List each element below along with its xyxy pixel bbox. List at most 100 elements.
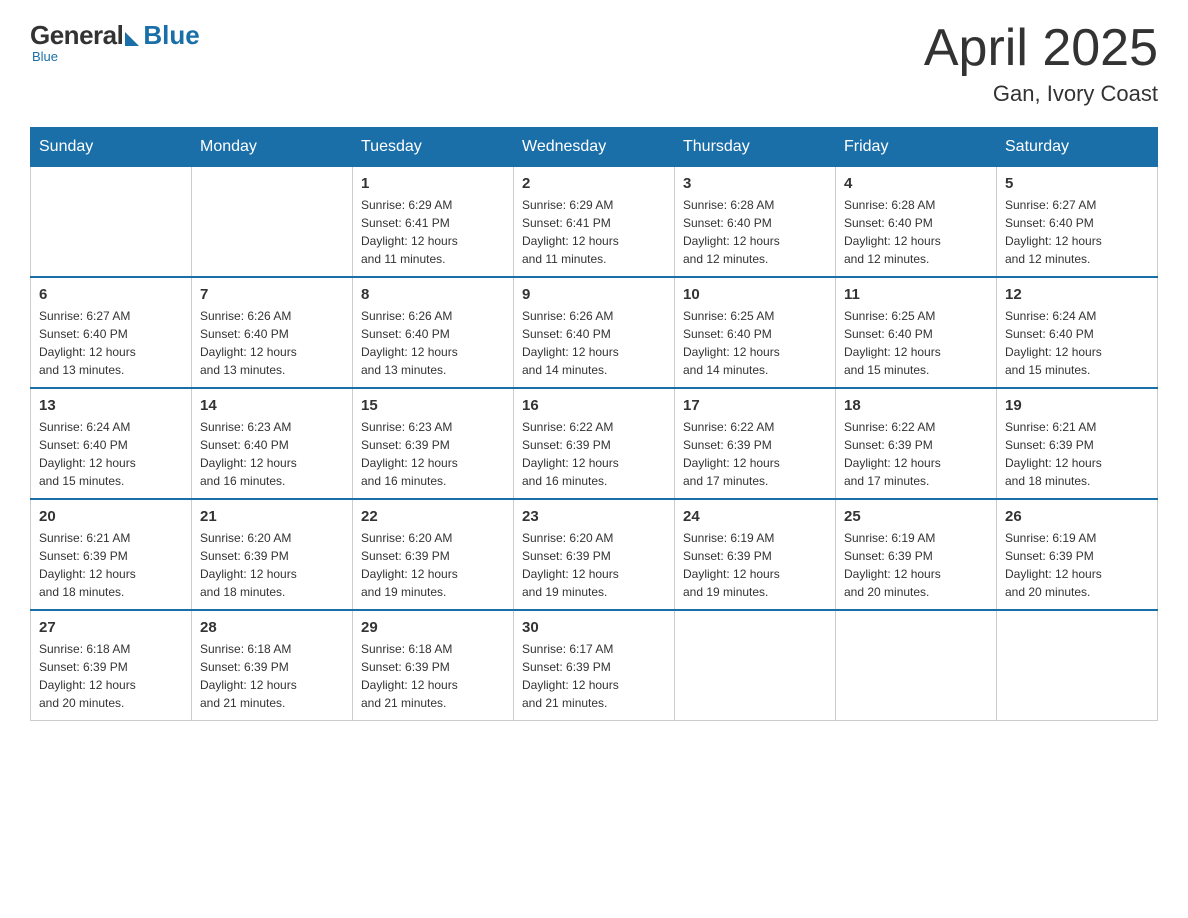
day-info: Sunrise: 6:24 AM Sunset: 6:40 PM Dayligh… (39, 418, 183, 490)
calendar-cell: 18 Sunrise: 6:22 AM Sunset: 6:39 PM Dayli… (836, 388, 997, 499)
weekday-header-tuesday: Tuesday (353, 128, 514, 167)
logo: General Blue Blue (30, 20, 200, 64)
day-number: 17 (683, 397, 827, 414)
calendar-cell: 2 Sunrise: 6:29 AM Sunset: 6:41 PM Daylig… (514, 167, 675, 278)
day-info: Sunrise: 6:22 AM Sunset: 6:39 PM Dayligh… (683, 418, 827, 490)
day-info: Sunrise: 6:20 AM Sunset: 6:39 PM Dayligh… (361, 529, 505, 601)
calendar-cell: 1 Sunrise: 6:29 AM Sunset: 6:41 PM Daylig… (353, 167, 514, 278)
calendar-cell: 22 Sunrise: 6:20 AM Sunset: 6:39 PM Dayli… (353, 499, 514, 610)
day-info: Sunrise: 6:26 AM Sunset: 6:40 PM Dayligh… (200, 307, 344, 379)
day-info: Sunrise: 6:26 AM Sunset: 6:40 PM Dayligh… (522, 307, 666, 379)
day-info: Sunrise: 6:19 AM Sunset: 6:39 PM Dayligh… (683, 529, 827, 601)
day-info: Sunrise: 6:21 AM Sunset: 6:39 PM Dayligh… (1005, 418, 1149, 490)
calendar-subtitle: Gan, Ivory Coast (924, 81, 1158, 107)
calendar-week-row: 6 Sunrise: 6:27 AM Sunset: 6:40 PM Daylig… (31, 277, 1158, 388)
calendar-cell: 30 Sunrise: 6:17 AM Sunset: 6:39 PM Dayli… (514, 610, 675, 721)
calendar-table: SundayMondayTuesdayWednesdayThursdayFrid… (30, 127, 1158, 721)
calendar-week-row: 20 Sunrise: 6:21 AM Sunset: 6:39 PM Dayli… (31, 499, 1158, 610)
calendar-cell: 3Sunrise: 6:28 AM Sunset: 6:40 PM Daylig… (675, 167, 836, 278)
calendar-cell: 24Sunrise: 6:19 AM Sunset: 6:39 PM Dayli… (675, 499, 836, 610)
logo-general-text: General (30, 20, 123, 51)
calendar-cell: 17 Sunrise: 6:22 AM Sunset: 6:39 PM Dayli… (675, 388, 836, 499)
calendar-cell: 29Sunrise: 6:18 AM Sunset: 6:39 PM Dayli… (353, 610, 514, 721)
calendar-cell (675, 610, 836, 721)
calendar-week-row: 1 Sunrise: 6:29 AM Sunset: 6:41 PM Daylig… (31, 167, 1158, 278)
day-number: 23 (522, 508, 666, 525)
day-number: 6 (39, 286, 183, 303)
logo-subtitle: Blue (32, 49, 58, 64)
calendar-cell: 13 Sunrise: 6:24 AM Sunset: 6:40 PM Dayli… (31, 388, 192, 499)
day-info: Sunrise: 6:22 AM Sunset: 6:39 PM Dayligh… (844, 418, 988, 490)
day-info: Sunrise: 6:25 AM Sunset: 6:40 PM Dayligh… (844, 307, 988, 379)
day-number: 27 (39, 619, 183, 636)
calendar-cell: 23 Sunrise: 6:20 AM Sunset: 6:39 PM Dayli… (514, 499, 675, 610)
calendar-week-row: 13 Sunrise: 6:24 AM Sunset: 6:40 PM Dayli… (31, 388, 1158, 499)
calendar-cell: 15 Sunrise: 6:23 AM Sunset: 6:39 PM Dayli… (353, 388, 514, 499)
weekday-header-saturday: Saturday (997, 128, 1158, 167)
calendar-cell: 7 Sunrise: 6:26 AM Sunset: 6:40 PM Daylig… (192, 277, 353, 388)
day-number: 12 (1005, 286, 1149, 303)
day-info: Sunrise: 6:20 AM Sunset: 6:39 PM Dayligh… (522, 529, 666, 601)
day-info: Sunrise: 6:29 AM Sunset: 6:41 PM Dayligh… (361, 196, 505, 268)
day-info: Sunrise: 6:23 AM Sunset: 6:39 PM Dayligh… (361, 418, 505, 490)
calendar-cell (31, 167, 192, 278)
calendar-cell: 20 Sunrise: 6:21 AM Sunset: 6:39 PM Dayli… (31, 499, 192, 610)
calendar-cell: 26 Sunrise: 6:19 AM Sunset: 6:39 PM Dayli… (997, 499, 1158, 610)
day-info: Sunrise: 6:23 AM Sunset: 6:40 PM Dayligh… (200, 418, 344, 490)
day-info: Sunrise: 6:17 AM Sunset: 6:39 PM Dayligh… (522, 640, 666, 712)
calendar-cell: 19 Sunrise: 6:21 AM Sunset: 6:39 PM Dayli… (997, 388, 1158, 499)
calendar-cell: 9 Sunrise: 6:26 AM Sunset: 6:40 PM Daylig… (514, 277, 675, 388)
day-number: 11 (844, 286, 988, 303)
day-number: 8 (361, 286, 505, 303)
day-number: 15 (361, 397, 505, 414)
calendar-title: April 2025 (924, 20, 1158, 77)
day-number: 30 (522, 619, 666, 636)
day-number: 9 (522, 286, 666, 303)
day-info: Sunrise: 6:25 AM Sunset: 6:40 PM Dayligh… (683, 307, 827, 379)
calendar-cell (836, 610, 997, 721)
day-number: 4 (844, 175, 988, 192)
calendar-cell (192, 167, 353, 278)
day-number: 26 (1005, 508, 1149, 525)
calendar-cell: 10 Sunrise: 6:25 AM Sunset: 6:40 PM Dayli… (675, 277, 836, 388)
day-number: 13 (39, 397, 183, 414)
day-info: Sunrise: 6:29 AM Sunset: 6:41 PM Dayligh… (522, 196, 666, 268)
day-number: 18 (844, 397, 988, 414)
logo-triangle-icon (125, 32, 139, 46)
day-number: 20 (39, 508, 183, 525)
day-info: Sunrise: 6:24 AM Sunset: 6:40 PM Dayligh… (1005, 307, 1149, 379)
calendar-cell: 6 Sunrise: 6:27 AM Sunset: 6:40 PM Daylig… (31, 277, 192, 388)
day-number: 25 (844, 508, 988, 525)
day-info: Sunrise: 6:22 AM Sunset: 6:39 PM Dayligh… (522, 418, 666, 490)
calendar-cell: 25 Sunrise: 6:19 AM Sunset: 6:39 PM Dayli… (836, 499, 997, 610)
calendar-cell: 4Sunrise: 6:28 AM Sunset: 6:40 PM Daylig… (836, 167, 997, 278)
day-number: 2 (522, 175, 666, 192)
day-info: Sunrise: 6:21 AM Sunset: 6:39 PM Dayligh… (39, 529, 183, 601)
day-number: 28 (200, 619, 344, 636)
day-number: 29 (361, 619, 505, 636)
day-info: Sunrise: 6:20 AM Sunset: 6:39 PM Dayligh… (200, 529, 344, 601)
day-number: 16 (522, 397, 666, 414)
calendar-week-row: 27Sunrise: 6:18 AM Sunset: 6:39 PM Dayli… (31, 610, 1158, 721)
day-number: 22 (361, 508, 505, 525)
calendar-cell: 28Sunrise: 6:18 AM Sunset: 6:39 PM Dayli… (192, 610, 353, 721)
page-header: General Blue Blue April 2025 Gan, Ivory … (30, 20, 1158, 107)
day-number: 19 (1005, 397, 1149, 414)
day-info: Sunrise: 6:27 AM Sunset: 6:40 PM Dayligh… (39, 307, 183, 379)
day-number: 7 (200, 286, 344, 303)
day-info: Sunrise: 6:19 AM Sunset: 6:39 PM Dayligh… (844, 529, 988, 601)
day-info: Sunrise: 6:19 AM Sunset: 6:39 PM Dayligh… (1005, 529, 1149, 601)
day-number: 1 (361, 175, 505, 192)
day-info: Sunrise: 6:28 AM Sunset: 6:40 PM Dayligh… (683, 196, 827, 268)
calendar-cell: 5Sunrise: 6:27 AM Sunset: 6:40 PM Daylig… (997, 167, 1158, 278)
weekday-header-wednesday: Wednesday (514, 128, 675, 167)
calendar-cell: 12 Sunrise: 6:24 AM Sunset: 6:40 PM Dayli… (997, 277, 1158, 388)
weekday-header-row: SundayMondayTuesdayWednesdayThursdayFrid… (31, 128, 1158, 167)
day-number: 10 (683, 286, 827, 303)
day-number: 21 (200, 508, 344, 525)
calendar-cell: 8Sunrise: 6:26 AM Sunset: 6:40 PM Daylig… (353, 277, 514, 388)
calendar-cell: 27Sunrise: 6:18 AM Sunset: 6:39 PM Dayli… (31, 610, 192, 721)
day-number: 14 (200, 397, 344, 414)
calendar-cell (997, 610, 1158, 721)
day-number: 5 (1005, 175, 1149, 192)
